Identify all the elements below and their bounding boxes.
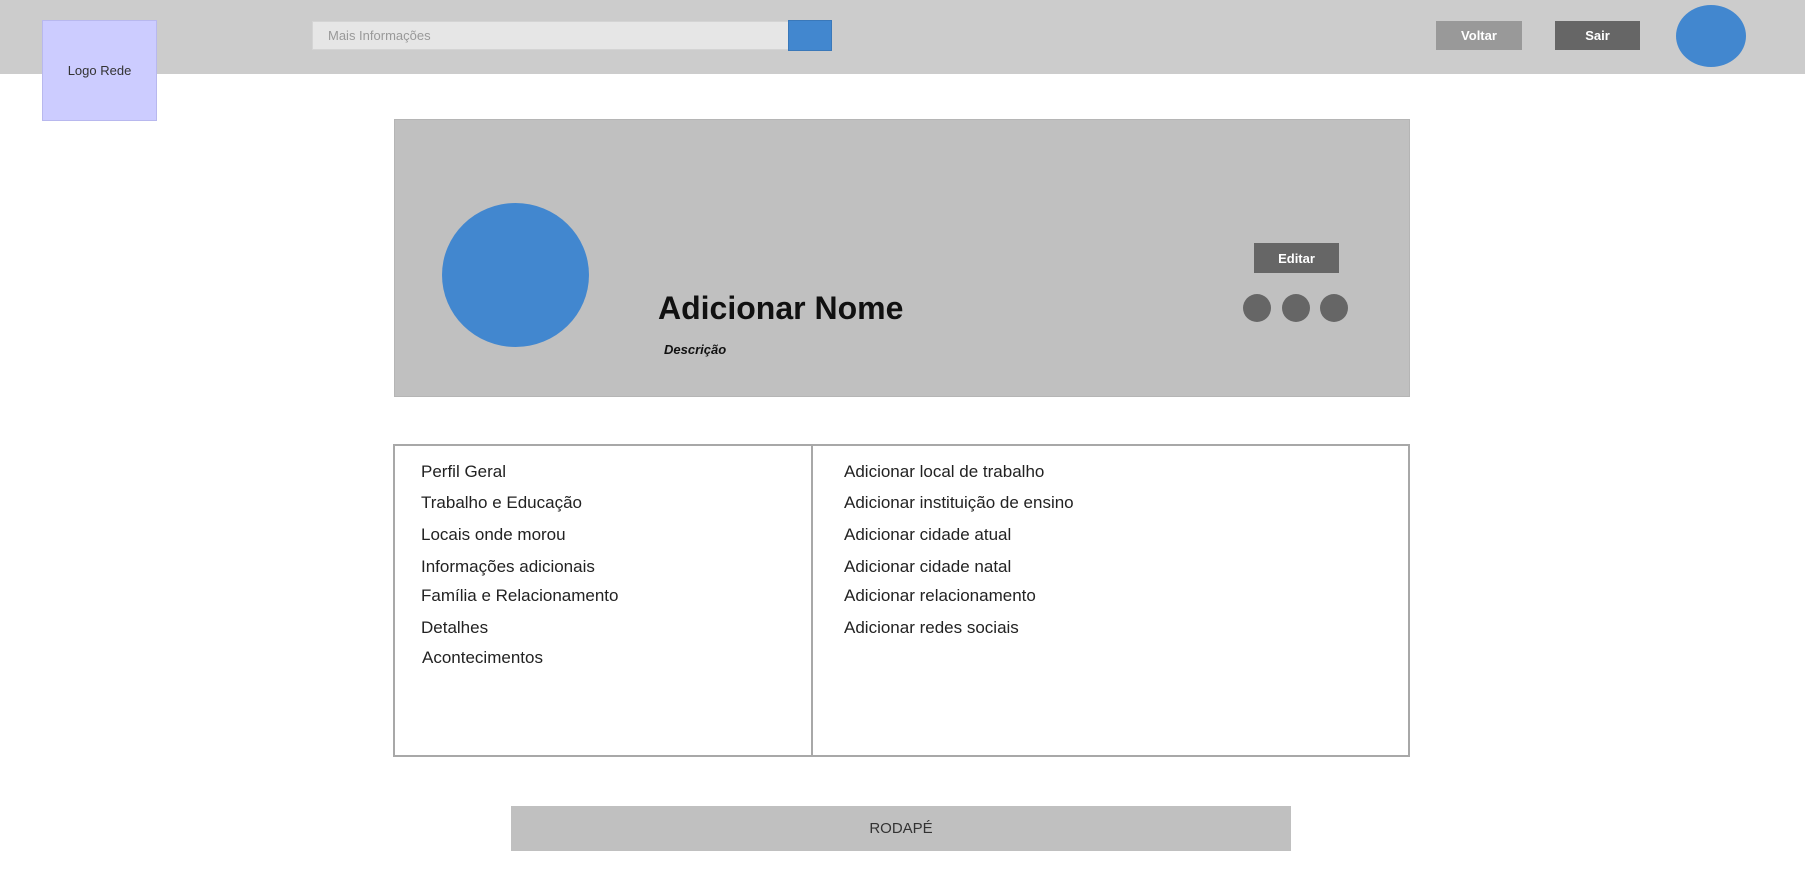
search-button[interactable] [788, 20, 832, 51]
profile-avatar[interactable] [442, 203, 589, 347]
add-current-city-link[interactable]: Adicionar cidade atual [844, 525, 1011, 545]
profile-cover: Adicionar Nome Descrição Editar [394, 119, 1410, 397]
add-social-networks-link[interactable]: Adicionar redes sociais [844, 618, 1019, 638]
network-logo[interactable]: Logo Rede [42, 20, 157, 121]
social-link-icon-1[interactable] [1243, 294, 1271, 322]
top-navigation-bar: Voltar Sair [0, 0, 1805, 74]
edit-profile-button[interactable]: Editar [1254, 243, 1339, 273]
add-relationship-link[interactable]: Adicionar relacionamento [844, 586, 1036, 606]
back-button[interactable]: Voltar [1436, 21, 1522, 50]
add-hometown-link[interactable]: Adicionar cidade natal [844, 557, 1011, 577]
about-menu-item-acontecimentos[interactable]: Acontecimentos [422, 648, 543, 668]
social-link-icon-2[interactable] [1282, 294, 1310, 322]
about-menu-item-detalhes[interactable]: Detalhes [421, 618, 488, 638]
about-menu-item-locais[interactable]: Locais onde morou [421, 525, 566, 545]
profile-name[interactable]: Adicionar Nome [658, 290, 903, 327]
page-footer: RODAPÉ [511, 806, 1291, 851]
about-menu-item-familia[interactable]: Família e Relacionamento [421, 586, 618, 606]
logo-label: Logo Rede [67, 63, 132, 78]
add-school-link[interactable]: Adicionar instituição de ensino [844, 493, 1074, 513]
about-menu-item-informacoes[interactable]: Informações adicionais [421, 557, 595, 577]
footer-text: RODAPÉ [869, 820, 933, 837]
about-menu-item-trabalho-educacao[interactable]: Trabalho e Educação [421, 493, 582, 513]
add-workplace-link[interactable]: Adicionar local de trabalho [844, 462, 1044, 482]
social-link-icon-3[interactable] [1320, 294, 1348, 322]
profile-description[interactable]: Descrição [664, 342, 726, 357]
user-avatar[interactable] [1676, 5, 1746, 67]
search-input[interactable] [312, 21, 789, 50]
about-menu-item-perfil-geral[interactable]: Perfil Geral [421, 462, 506, 482]
logout-button[interactable]: Sair [1555, 21, 1640, 50]
about-panel-divider [811, 446, 813, 755]
about-panel: Perfil Geral Trabalho e Educação Locais … [393, 444, 1410, 757]
